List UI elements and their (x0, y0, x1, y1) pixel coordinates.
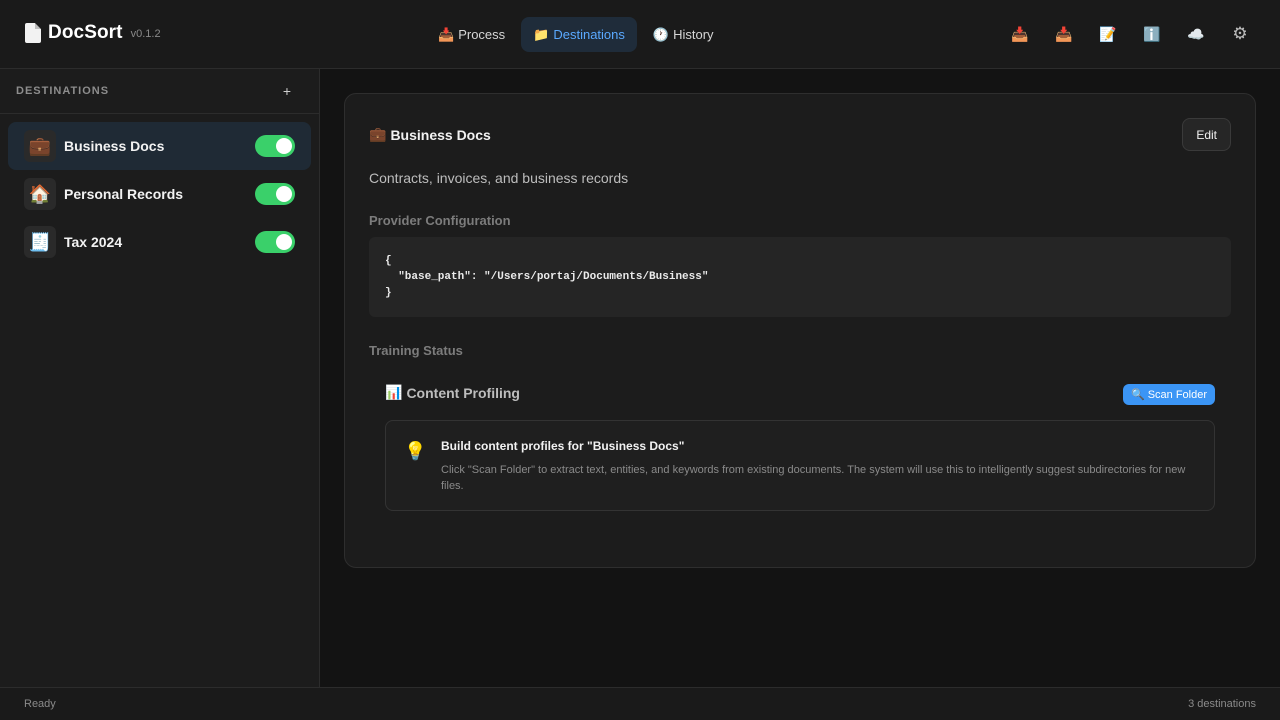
clock-icon: 🕐 (652, 26, 670, 42)
add-destination-button[interactable]: + (283, 83, 291, 99)
provider-config-text: { "base_path": "/Users/portaj/Documents/… (385, 255, 709, 299)
light-bulb-icon: 💡 (404, 441, 427, 461)
content-profiling-label: Content Profiling (406, 384, 520, 401)
sidebar: DESTINATIONS + 💼 Business Docs 🏠 Persona… (0, 69, 320, 687)
destination-label: Personal Records (64, 186, 184, 202)
tab-process[interactable]: 📥 Process (426, 17, 517, 52)
top-bar: DocSort v0.1.2 📥 Process 📁 Destinations … (0, 0, 1280, 69)
sidebar-item-personal-records[interactable]: 🏠 Personal Records (8, 170, 311, 218)
memo-icon[interactable]: 📝 (1098, 24, 1118, 44)
destination-label: Tax 2024 (64, 234, 123, 250)
training-status-heading: Training Status (369, 343, 463, 358)
toggle-knob (276, 186, 292, 202)
destination-toggle[interactable] (255, 231, 295, 253)
brand: DocSort v0.1.2 (24, 22, 161, 44)
magnifier-icon: 🔍 (1130, 389, 1145, 401)
toggle-knob (276, 234, 292, 250)
inbox-tray-icon[interactable]: 📥 (1010, 24, 1030, 44)
destination-toggle[interactable] (255, 183, 295, 205)
tab-label: Process (458, 27, 506, 42)
destination-title-text: Business Docs (390, 126, 491, 143)
inbox-tray-icon[interactable]: 📥 (1054, 24, 1074, 44)
briefcase-icon: 💼 (369, 126, 387, 142)
destination-description: Contracts, invoices, and business record… (369, 170, 629, 186)
toolbar: 📥 📥 📝 ℹ️ ☁️ ⚙ (1010, 24, 1250, 44)
tab-destinations[interactable]: 📁 Destinations (521, 17, 637, 52)
hint-title: Build content profiles for "Business Doc… (441, 439, 685, 453)
app-version: v0.1.2 (130, 28, 161, 40)
destination-detail-card: 💼 Business Docs Edit Contracts, invoices… (344, 93, 1256, 568)
content-profiling-title: 📊 Content Profiling (385, 384, 520, 401)
main-tabs: 📥 Process 📁 Destinations 🕐 History (426, 17, 726, 52)
tab-label: Destinations (553, 27, 625, 42)
scan-folder-label: Scan Folder (1147, 388, 1207, 401)
scan-folder-button[interactable]: 🔍 Scan Folder (1122, 384, 1215, 405)
bar-chart-icon: 📊 (385, 384, 403, 400)
receipt-icon: 🧾 (24, 226, 56, 258)
destination-label: Business Docs (64, 138, 165, 154)
inbox-tray-icon: 📥 (438, 26, 455, 42)
briefcase-icon: 💼 (24, 130, 56, 162)
tab-history[interactable]: 🕐 History (641, 17, 726, 52)
edit-button[interactable]: Edit (1182, 118, 1231, 151)
status-bar: Ready 3 destinations (0, 687, 1280, 720)
profiling-hint: 💡 Build content profiles for "Business D… (385, 420, 1215, 511)
tab-label: History (673, 27, 714, 42)
main-content: 💼 Business Docs Edit Contracts, invoices… (320, 69, 1280, 687)
provider-config-code: { "base_path": "/Users/portaj/Documents/… (369, 237, 1231, 317)
sidebar-item-tax-2024[interactable]: 🧾 Tax 2024 (8, 218, 311, 266)
toggle-knob (276, 138, 292, 154)
sidebar-title: DESTINATIONS (16, 85, 110, 97)
info-icon[interactable]: ℹ️ (1142, 24, 1162, 44)
provider-config-heading: Provider Configuration (369, 213, 511, 228)
document-icon (24, 22, 42, 44)
app-name: DocSort (48, 22, 123, 43)
destination-toggle[interactable] (255, 135, 295, 157)
status-text: Ready (24, 698, 56, 710)
house-icon: 🏠 (24, 178, 56, 210)
destination-count: 3 destinations (1188, 698, 1256, 710)
folder-icon: 📁 (533, 26, 550, 42)
cloud-icon[interactable]: ☁️ (1186, 24, 1206, 44)
sidebar-item-business-docs[interactable]: 💼 Business Docs (8, 122, 311, 170)
destination-list: 💼 Business Docs 🏠 Personal Records 🧾 Tax… (0, 114, 319, 274)
hint-body: Click "Scan Folder" to extract text, ent… (441, 464, 1186, 492)
sidebar-header: DESTINATIONS + (0, 69, 319, 114)
gear-icon[interactable]: ⚙ (1230, 24, 1250, 44)
destination-title: 💼 Business Docs (369, 126, 491, 143)
